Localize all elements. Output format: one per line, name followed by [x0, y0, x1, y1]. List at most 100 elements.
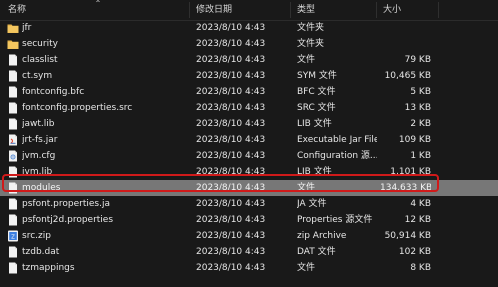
- file-row[interactable]: tzmappings 2023/8/10 4:43 文件 8 KB: [0, 260, 498, 276]
- column-header-type[interactable]: 类型: [297, 0, 375, 20]
- modified-date: 2023/8/10 4:43: [196, 87, 266, 97]
- file-type: 文件夹: [297, 39, 325, 49]
- file-row[interactable]: classlist 2023/8/10 4:43 文件 79 KB: [0, 52, 498, 68]
- file-type: LIB 文件: [297, 119, 332, 129]
- zip-icon: Z: [7, 230, 19, 242]
- modified-date: 2023/8/10 4:43: [196, 119, 266, 129]
- config-icon: [7, 150, 19, 162]
- modified-date: 2023/8/10 4:43: [196, 183, 266, 193]
- column-header-size-label: 大小: [383, 5, 402, 15]
- file-row[interactable]: tzdb.dat 2023/8/10 4:43 DAT 文件 102 KB: [0, 244, 498, 260]
- file-size: 102 KB: [398, 247, 431, 257]
- file-row[interactable]: ct.sym 2023/8/10 4:43 SYM 文件 10,465 KB: [0, 68, 498, 84]
- file-name: jvm.lib: [22, 167, 53, 177]
- file-type: 文件: [297, 183, 316, 193]
- folder-icon: [7, 38, 19, 50]
- file-name: psfont.properties.ja: [22, 199, 110, 209]
- file-row[interactable]: jvm.cfg 2023/8/10 4:43 Configuration 源... 1…: [0, 148, 498, 164]
- file-type: Properties 源文件: [297, 215, 373, 225]
- column-header-date-label: 修改日期: [196, 5, 233, 15]
- modified-date: 2023/8/10 4:43: [196, 199, 266, 209]
- file-row[interactable]: jfr 2023/8/10 4:43 文件夹: [0, 20, 498, 36]
- file-type: SRC 文件: [297, 103, 336, 113]
- file-icon: [7, 86, 19, 98]
- modified-date: 2023/8/10 4:43: [196, 263, 266, 273]
- file-name: fontconfig.properties.src: [22, 103, 133, 113]
- column-header-date[interactable]: 修改日期: [196, 0, 288, 20]
- modified-date: 2023/8/10 4:43: [196, 247, 266, 257]
- file-icon: [7, 198, 19, 210]
- file-size: 8 KB: [410, 263, 431, 273]
- file-name: jrt-fs.jar: [22, 135, 58, 145]
- file-name: psfontj2d.properties: [22, 215, 114, 225]
- file-row[interactable]: security 2023/8/10 4:43 文件夹: [0, 36, 498, 52]
- folder-icon: [7, 22, 19, 34]
- file-size: [380, 36, 431, 52]
- file-type: zip Archive: [297, 231, 347, 241]
- column-divider[interactable]: [189, 2, 190, 18]
- column-header-type-label: 类型: [297, 5, 316, 15]
- file-name: security: [22, 39, 58, 49]
- modified-date: 2023/8/10 4:43: [196, 215, 266, 225]
- file-name: jawt.lib: [22, 119, 55, 129]
- file-size: 10,465 KB: [384, 71, 431, 81]
- file-type: 文件夹: [297, 23, 325, 33]
- column-divider[interactable]: [290, 2, 291, 18]
- modified-date: 2023/8/10 4:43: [196, 71, 266, 81]
- modified-date: 2023/8/10 4:43: [196, 55, 266, 65]
- file-row[interactable]: fontconfig.properties.src 2023/8/10 4:43 S…: [0, 100, 498, 116]
- column-header-name-label: 名称: [8, 5, 27, 15]
- file-icon: [7, 262, 19, 274]
- file-size: 1,101 KB: [390, 167, 431, 177]
- jar-icon: [7, 134, 19, 146]
- file-row[interactable]: psfontj2d.properties 2023/8/10 4:43 Proper…: [0, 212, 498, 228]
- file-row[interactable]: jvm.lib 2023/8/10 4:43 LIB 文件 1,101 KB: [0, 164, 498, 180]
- file-size: 50,914 KB: [384, 231, 431, 241]
- file-row[interactable]: jrt-fs.jar 2023/8/10 4:43 Executable Jar F…: [0, 132, 498, 148]
- file-name: tzdb.dat: [22, 247, 60, 257]
- file-size: 1 KB: [410, 151, 431, 161]
- file-name: jfr: [22, 23, 32, 33]
- file-name: tzmappings: [22, 263, 75, 273]
- file-row[interactable]: Z src.zip 2023/8/10 4:43 zip Archive 50,914…: [0, 228, 498, 244]
- file-size: 2 KB: [410, 119, 431, 129]
- file-icon: [7, 118, 19, 130]
- modified-date: 2023/8/10 4:43: [196, 39, 266, 49]
- file-type: DAT 文件: [297, 247, 336, 257]
- file-icon: [7, 166, 19, 178]
- file-name: classlist: [22, 55, 58, 65]
- file-icon: [7, 102, 19, 114]
- file-size: 13 KB: [404, 103, 431, 113]
- column-divider[interactable]: [438, 2, 439, 18]
- file-type: 文件: [297, 55, 316, 65]
- file-size: 134,633 KB: [380, 183, 431, 193]
- file-name: ct.sym: [22, 71, 53, 81]
- file-name: src.zip: [22, 231, 51, 241]
- file-icon: [7, 182, 19, 194]
- file-icon: [7, 70, 19, 82]
- file-size: 12 KB: [404, 215, 431, 225]
- file-size: 109 KB: [398, 135, 431, 145]
- file-size: 5 KB: [410, 87, 431, 97]
- file-row[interactable]: psfont.properties.ja 2023/8/10 4:43 JA 文件 4…: [0, 196, 498, 212]
- file-size: 4 KB: [410, 199, 431, 209]
- file-type: JA 文件: [297, 199, 327, 209]
- file-row[interactable]: fontconfig.bfc 2023/8/10 4:43 BFC 文件 5 KB: [0, 84, 498, 100]
- file-type: SYM 文件: [297, 71, 337, 81]
- column-header-bar: 名称 ⌃ 修改日期 类型 大小: [0, 0, 498, 21]
- column-divider[interactable]: [376, 2, 377, 18]
- file-row[interactable]: modules 2023/8/10 4:43 文件 134,633 KB: [0, 180, 498, 196]
- file-type: Configuration 源...: [297, 151, 377, 161]
- column-header-size[interactable]: 大小: [383, 0, 437, 20]
- file-row[interactable]: jawt.lib 2023/8/10 4:43 LIB 文件 2 KB: [0, 116, 498, 132]
- file-icon: [7, 246, 19, 258]
- file-type: BFC 文件: [297, 87, 336, 97]
- svg-text:Z: Z: [11, 235, 15, 241]
- sort-ascending-icon: ⌃: [94, 0, 102, 8]
- file-type: LIB 文件: [297, 167, 332, 177]
- file-size: 79 KB: [404, 55, 431, 65]
- modified-date: 2023/8/10 4:43: [196, 23, 266, 33]
- file-type: 文件: [297, 263, 316, 273]
- file-name: jvm.cfg: [22, 151, 56, 161]
- file-size: [380, 20, 431, 36]
